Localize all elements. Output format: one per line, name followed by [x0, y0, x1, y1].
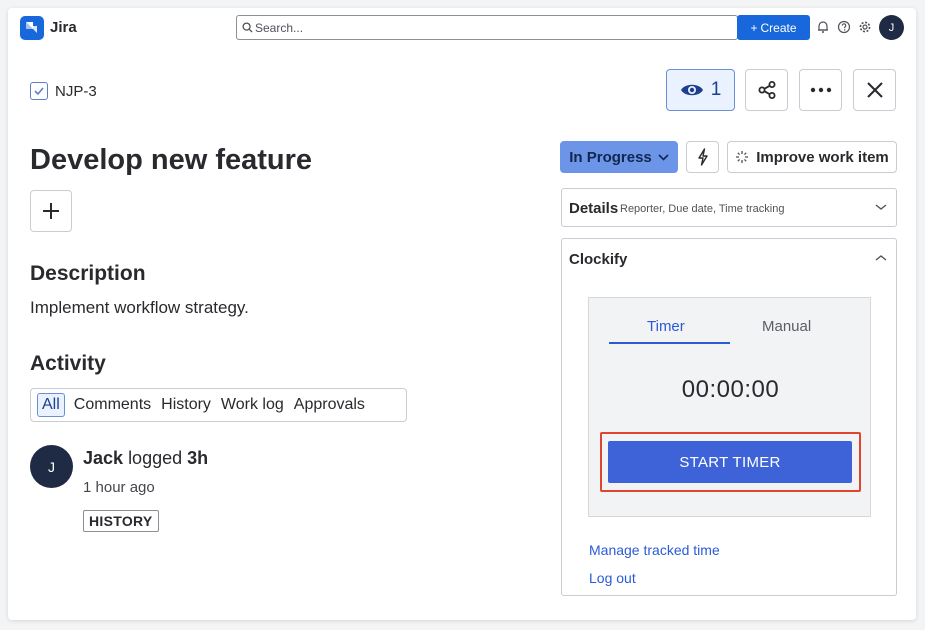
- tab-approvals[interactable]: Approvals: [289, 393, 370, 417]
- app-name[interactable]: Jira: [50, 19, 77, 36]
- details-subtitle: Reporter, Due date, Time tracking: [620, 203, 785, 215]
- start-timer-button[interactable]: START TIMER: [608, 441, 852, 483]
- activity-action: logged: [128, 448, 183, 468]
- tab-work-log[interactable]: Work log: [216, 393, 289, 417]
- add-content-button[interactable]: [30, 190, 72, 232]
- share-button[interactable]: [745, 69, 788, 111]
- jira-logo-icon[interactable]: [20, 16, 44, 40]
- watch-button[interactable]: 1: [666, 69, 735, 111]
- improve-label: Improve work item: [756, 148, 889, 166]
- lightning-bolt-icon: [697, 148, 708, 166]
- clockify-title: Clockify: [569, 251, 628, 268]
- close-button[interactable]: [853, 69, 896, 111]
- jira-window: Jira + Create J: [8, 8, 916, 620]
- activity-avatar[interactable]: J: [30, 445, 73, 488]
- issue-title[interactable]: Develop new feature: [30, 144, 312, 177]
- eye-icon: [680, 84, 703, 96]
- top-navigation-bar: Jira + Create J: [8, 8, 916, 48]
- chevron-up-icon[interactable]: [875, 254, 887, 262]
- settings-gear-icon[interactable]: [858, 20, 872, 34]
- search-input[interactable]: [255, 18, 725, 37]
- notification-bell-icon[interactable]: [816, 20, 830, 34]
- activity-amount: 3h: [187, 448, 209, 468]
- activity-heading: Activity: [30, 352, 106, 375]
- search-icon: [242, 22, 253, 33]
- create-label: Create: [760, 20, 797, 35]
- history-badge: HISTORY: [83, 510, 159, 532]
- timer-display: 00:00:00: [681, 376, 780, 403]
- activity-entry-text: Jack logged 3h: [83, 448, 208, 469]
- activity-timestamp: 1 hour ago: [83, 479, 155, 496]
- details-panel[interactable]: Details Reporter, Due date, Time trackin…: [561, 188, 897, 227]
- automation-button[interactable]: [686, 141, 719, 173]
- close-icon: [866, 82, 883, 98]
- chevron-down-icon[interactable]: [875, 203, 887, 211]
- activity-tabs: All Comments History Work log Approvals: [30, 388, 407, 422]
- plus-icon: [43, 203, 59, 219]
- help-icon[interactable]: [837, 20, 851, 34]
- description-text[interactable]: Implement workflow strategy.: [30, 298, 249, 318]
- manage-tracked-time-link[interactable]: Manage tracked time: [589, 542, 720, 558]
- tab-history[interactable]: History: [156, 393, 216, 417]
- issue-key-text: NJP-3: [55, 82, 97, 100]
- clockify-timer-card: Timer Manual 00:00:00 START TIMER: [588, 297, 871, 517]
- details-title: Details: [569, 200, 619, 217]
- issue-key[interactable]: NJP-3: [30, 82, 97, 100]
- clockify-panel: Clockify Timer Manual 00:00:00 START TIM…: [561, 238, 897, 596]
- chevron-down-icon: [658, 153, 669, 161]
- search-box[interactable]: [236, 15, 738, 40]
- more-dots-icon: [810, 87, 831, 93]
- status-label: In Progress: [569, 148, 652, 166]
- task-type-checkbox-icon: [30, 82, 48, 100]
- watcher-count: 1: [710, 79, 722, 100]
- activity-user[interactable]: Jack: [83, 448, 123, 468]
- tab-comments[interactable]: Comments: [69, 393, 156, 417]
- share-icon: [758, 81, 775, 99]
- tab-all[interactable]: All: [37, 393, 65, 417]
- more-actions-button[interactable]: [799, 69, 842, 111]
- user-avatar[interactable]: J: [879, 15, 904, 40]
- sparkle-icon: [736, 151, 749, 163]
- active-tab-underline: [609, 342, 730, 344]
- improve-work-item-button[interactable]: Improve work item: [727, 141, 897, 173]
- plus-icon: +: [750, 20, 758, 35]
- description-heading: Description: [30, 262, 146, 285]
- tab-manual[interactable]: Manual: [762, 318, 811, 335]
- status-dropdown[interactable]: In Progress: [560, 141, 678, 173]
- log-out-link[interactable]: Log out: [589, 570, 636, 586]
- tab-timer[interactable]: Timer: [647, 318, 685, 335]
- create-button[interactable]: + Create: [737, 15, 810, 40]
